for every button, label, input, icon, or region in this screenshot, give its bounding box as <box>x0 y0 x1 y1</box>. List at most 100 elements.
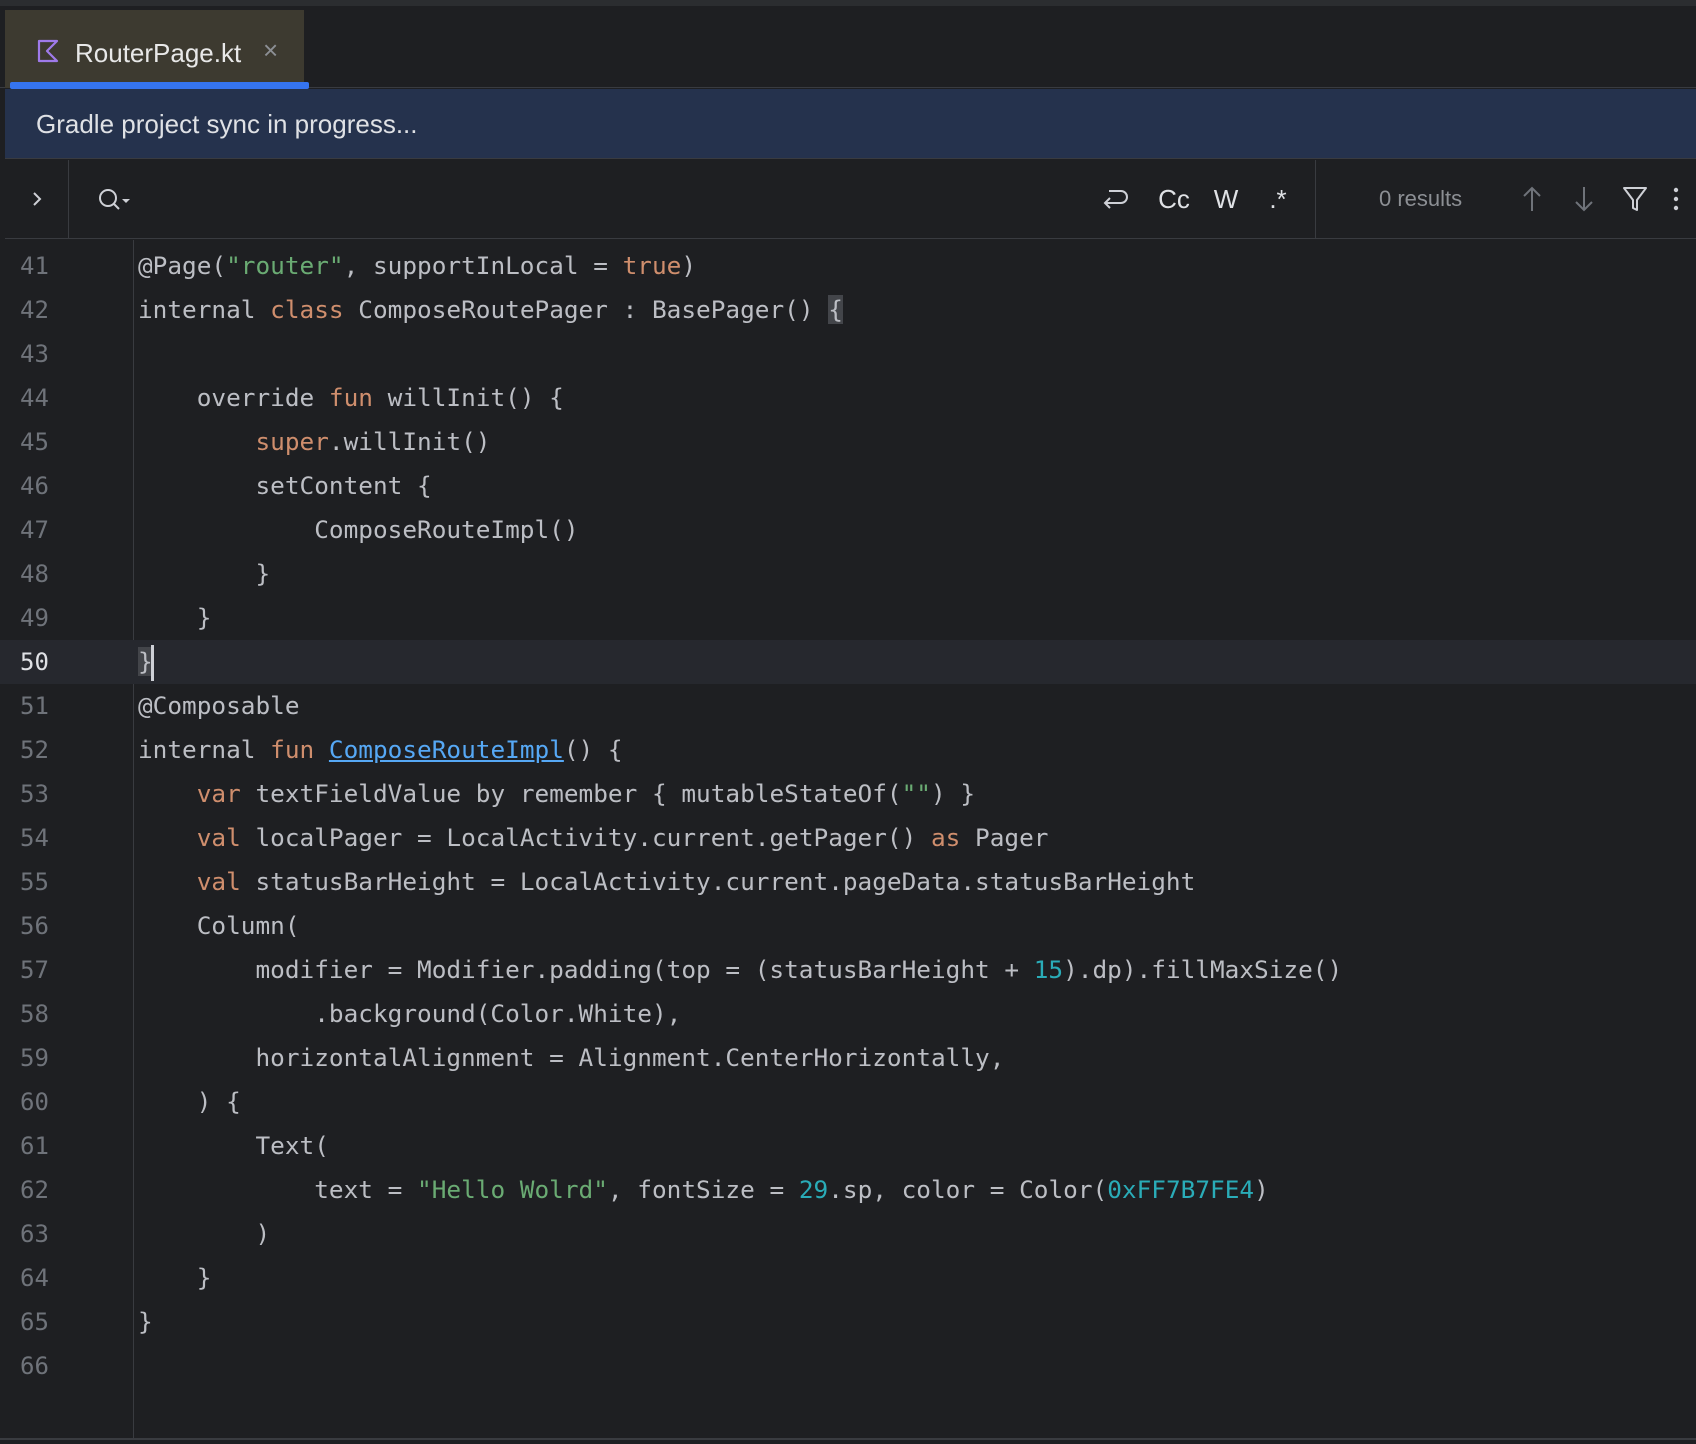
code-text: ) <box>138 1219 271 1248</box>
active-tab-indicator <box>10 82 309 89</box>
code-text: @Page("router", supportInLocal = true) <box>138 251 697 280</box>
code-line: 42 internal class ComposeRoutePager : Ba… <box>0 288 1696 332</box>
code-editor[interactable]: 41 @Page("router", supportInLocal = true… <box>0 240 1696 1438</box>
code-text: setContent { <box>138 471 432 500</box>
line-number: 52 <box>20 736 49 764</box>
sync-banner: Gradle project sync in progress... <box>5 89 1696 159</box>
code-text: } <box>138 559 271 588</box>
search-history-icon[interactable] <box>97 186 137 214</box>
code-line: 53 var textFieldValue by remember { muta… <box>0 772 1696 816</box>
text-caret <box>150 645 154 681</box>
code-line: 66 <box>0 1344 1696 1388</box>
current-code-line: 50 } <box>0 640 1696 684</box>
code-text: .background(Color.White), <box>138 999 682 1028</box>
line-number: 41 <box>20 252 49 280</box>
code-line: 41 @Page("router", supportInLocal = true… <box>0 244 1696 288</box>
code-line: 51 @Composable <box>0 684 1696 728</box>
editor-tab-bar: RouterPage.kt × <box>0 6 1696 89</box>
line-number: 65 <box>20 1308 49 1336</box>
code-text: } <box>138 603 212 632</box>
code-text: @Composable <box>138 691 300 720</box>
code-text: val localPager = LocalActivity.current.g… <box>196 823 1049 852</box>
code-line: 49 } <box>0 596 1696 640</box>
line-number: 66 <box>20 1352 49 1380</box>
function-link[interactable]: ComposeRouteImpl <box>329 735 564 764</box>
code-line: 55 val statusBarHeight = LocalActivity.c… <box>0 860 1696 904</box>
match-case-button[interactable]: Cc <box>1153 178 1195 220</box>
code-text: } <box>138 1263 212 1292</box>
arrow-up-icon[interactable] <box>1517 182 1547 216</box>
line-number: 50 <box>20 648 49 676</box>
kotlin-file-icon <box>37 39 59 63</box>
code-line: 54 val localPager = LocalActivity.curren… <box>0 816 1696 860</box>
code-line: 63 ) <box>0 1212 1696 1256</box>
more-vertical-icon[interactable] <box>1669 182 1683 216</box>
preserve-newline-button[interactable] <box>1097 178 1133 220</box>
find-bar-divider <box>1315 160 1316 238</box>
line-number: 61 <box>20 1132 49 1160</box>
line-number: 60 <box>20 1088 49 1116</box>
code-line: 61 Text( <box>0 1124 1696 1168</box>
chevron-right-icon <box>32 192 41 206</box>
code-text: val statusBarHeight = LocalActivity.curr… <box>196 867 1196 896</box>
code-text: var textFieldValue by remember { mutable… <box>196 779 976 808</box>
code-line: 52 internal fun ComposeRouteImpl() { <box>0 728 1696 772</box>
search-input[interactable] <box>145 176 1069 224</box>
line-number: 42 <box>20 296 49 324</box>
line-number: 62 <box>20 1176 49 1204</box>
code-text: override fun willInit() { <box>138 383 564 412</box>
code-text: } <box>138 640 154 684</box>
line-number: 57 <box>20 956 49 984</box>
line-number: 47 <box>20 516 49 544</box>
code-text: super.willInit() <box>255 427 491 456</box>
line-number: 44 <box>20 384 49 412</box>
code-text: ) { <box>138 1087 241 1116</box>
tab-router-page[interactable]: RouterPage.kt × <box>5 10 309 89</box>
line-number: 45 <box>20 428 49 456</box>
code-text: } <box>138 1307 153 1336</box>
regex-button[interactable]: .* <box>1261 178 1295 220</box>
code-text: modifier = Modifier.padding(top = (statu… <box>138 955 1343 984</box>
editor-bottom-border <box>0 1438 1696 1440</box>
code-line: 45 super.willInit() <box>0 420 1696 464</box>
code-text: Text( <box>138 1131 329 1160</box>
line-number: 49 <box>20 604 49 632</box>
line-number: 53 <box>20 780 49 808</box>
code-line: 60 ) { <box>0 1080 1696 1124</box>
line-number: 64 <box>20 1264 49 1292</box>
code-line: 48 } <box>0 552 1696 596</box>
expand-replace-button[interactable] <box>5 160 69 238</box>
line-number: 56 <box>20 912 49 940</box>
code-line: 62 text = "Hello Wolrd", fontSize = 29.s… <box>0 1168 1696 1212</box>
code-text: Column( <box>138 911 300 940</box>
tab-label: RouterPage.kt <box>75 38 242 68</box>
code-line: 58 .background(Color.White), <box>0 992 1696 1036</box>
arrow-down-icon[interactable] <box>1569 182 1599 216</box>
code-text: internal fun ComposeRouteImpl() { <box>138 735 623 764</box>
code-line: 64 } <box>0 1256 1696 1300</box>
search-results-count: 0 results <box>1379 186 1463 211</box>
line-number: 58 <box>20 1000 49 1028</box>
code-text: text = "Hello Wolrd", fontSize = 29.sp, … <box>138 1175 1269 1204</box>
newline-icon <box>1103 190 1128 209</box>
code-text: horizontalAlignment = Alignment.CenterHo… <box>138 1043 1005 1072</box>
sync-status-text: Gradle project sync in progress... <box>36 109 418 139</box>
line-number: 55 <box>20 868 49 896</box>
line-number: 59 <box>20 1044 49 1072</box>
close-icon[interactable]: × <box>263 36 278 64</box>
whole-words-button[interactable]: W <box>1209 178 1243 220</box>
code-line: 56 Column( <box>0 904 1696 948</box>
code-line: 43 <box>0 332 1696 376</box>
line-number: 63 <box>20 1220 49 1248</box>
code-line: 59 horizontalAlignment = Alignment.Cente… <box>0 1036 1696 1080</box>
line-number: 51 <box>20 692 49 720</box>
find-bar: Cc W .* 0 results <box>5 160 1696 239</box>
code-line: 65 } <box>0 1300 1696 1344</box>
line-number: 54 <box>20 824 49 852</box>
code-text: ComposeRouteImpl() <box>138 515 579 544</box>
filter-icon[interactable] <box>1620 182 1650 216</box>
code-line: 44 override fun willInit() { <box>0 376 1696 420</box>
line-number: 43 <box>20 340 49 368</box>
code-line: 57 modifier = Modifier.padding(top = (st… <box>0 948 1696 992</box>
code-line: 47 ComposeRouteImpl() <box>0 508 1696 552</box>
